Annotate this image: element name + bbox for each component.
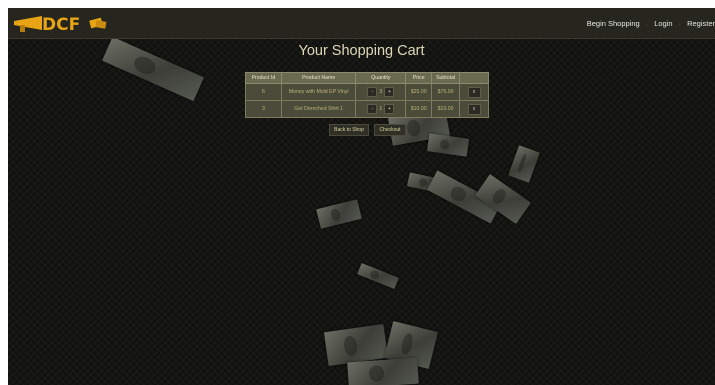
nav-login-link[interactable]: Login	[654, 19, 672, 28]
cell-remove: x	[459, 100, 489, 118]
cell-product-id: 6	[245, 83, 282, 101]
cell-price: $10.00	[405, 100, 433, 118]
header-product-id: Product Id	[245, 72, 282, 84]
navbar: DCF Begin Shopping · Login · Register	[8, 8, 715, 39]
dcf-logo-icon: DCF	[14, 15, 107, 35]
remove-item-button[interactable]: x	[467, 103, 481, 115]
money-bill-decoration	[508, 145, 540, 183]
brand-logo[interactable]: DCF	[12, 11, 134, 40]
header-quantity: Quantity	[355, 72, 407, 84]
nav-register-link[interactable]: Register	[687, 19, 715, 28]
cell-quantity: -3 +	[355, 83, 407, 101]
cell-product-name: Get Drenched Shirt 1	[280, 100, 357, 118]
page-background: DCF Begin Shopping · Login · Register Yo…	[8, 8, 715, 385]
header-actions	[459, 72, 489, 84]
checkout-button[interactable]: Checkout	[374, 124, 406, 136]
back-to-shop-button[interactable]: Back to Shop	[329, 124, 369, 136]
cell-product-name: Money with Mold EP Vinyl	[280, 83, 357, 101]
cell-price: $25.00	[405, 83, 433, 101]
quantity-value: 3	[379, 89, 383, 95]
cell-subtotal: $75.00	[431, 83, 461, 101]
header-subtotal: Subtotal	[431, 72, 461, 84]
nav-begin-shopping-link[interactable]: Begin Shopping	[587, 19, 640, 28]
money-bill-decoration	[316, 199, 362, 229]
money-bill-decoration	[357, 262, 399, 290]
svg-text:DCF: DCF	[42, 15, 80, 35]
remove-item-button[interactable]: x	[467, 86, 481, 98]
cell-product-id: 3	[245, 100, 282, 118]
table-row: 3 Get Drenched Shirt 1 -1 + $10.00 $10.00…	[245, 100, 489, 118]
decrease-quantity-button[interactable]: -	[367, 104, 378, 114]
nav-separator: ·	[678, 18, 682, 28]
decrease-quantity-button[interactable]: -	[367, 87, 378, 97]
header-price: Price	[405, 72, 433, 84]
cell-quantity: -1 +	[355, 100, 407, 118]
cell-subtotal: $10.00	[431, 100, 461, 118]
cart-table: Product Id Product Name Quantity Price S…	[245, 72, 489, 118]
nav-links: Begin Shopping · Login · Register	[587, 8, 715, 38]
increase-quantity-button[interactable]: +	[384, 104, 395, 114]
header-product-name: Product Name	[280, 72, 357, 84]
nav-separator: ·	[645, 18, 649, 28]
money-bill-decoration	[426, 133, 470, 157]
cell-remove: x	[459, 83, 489, 101]
quantity-value: 1	[379, 106, 383, 112]
page-title: Your Shopping Cart	[298, 43, 425, 59]
table-row: 6 Money with Mold EP Vinyl -3 + $25.00 $7…	[245, 83, 489, 101]
table-header-row: Product Id Product Name Quantity Price S…	[245, 72, 489, 84]
money-bill-decoration	[347, 357, 419, 385]
increase-quantity-button[interactable]: +	[384, 87, 395, 97]
